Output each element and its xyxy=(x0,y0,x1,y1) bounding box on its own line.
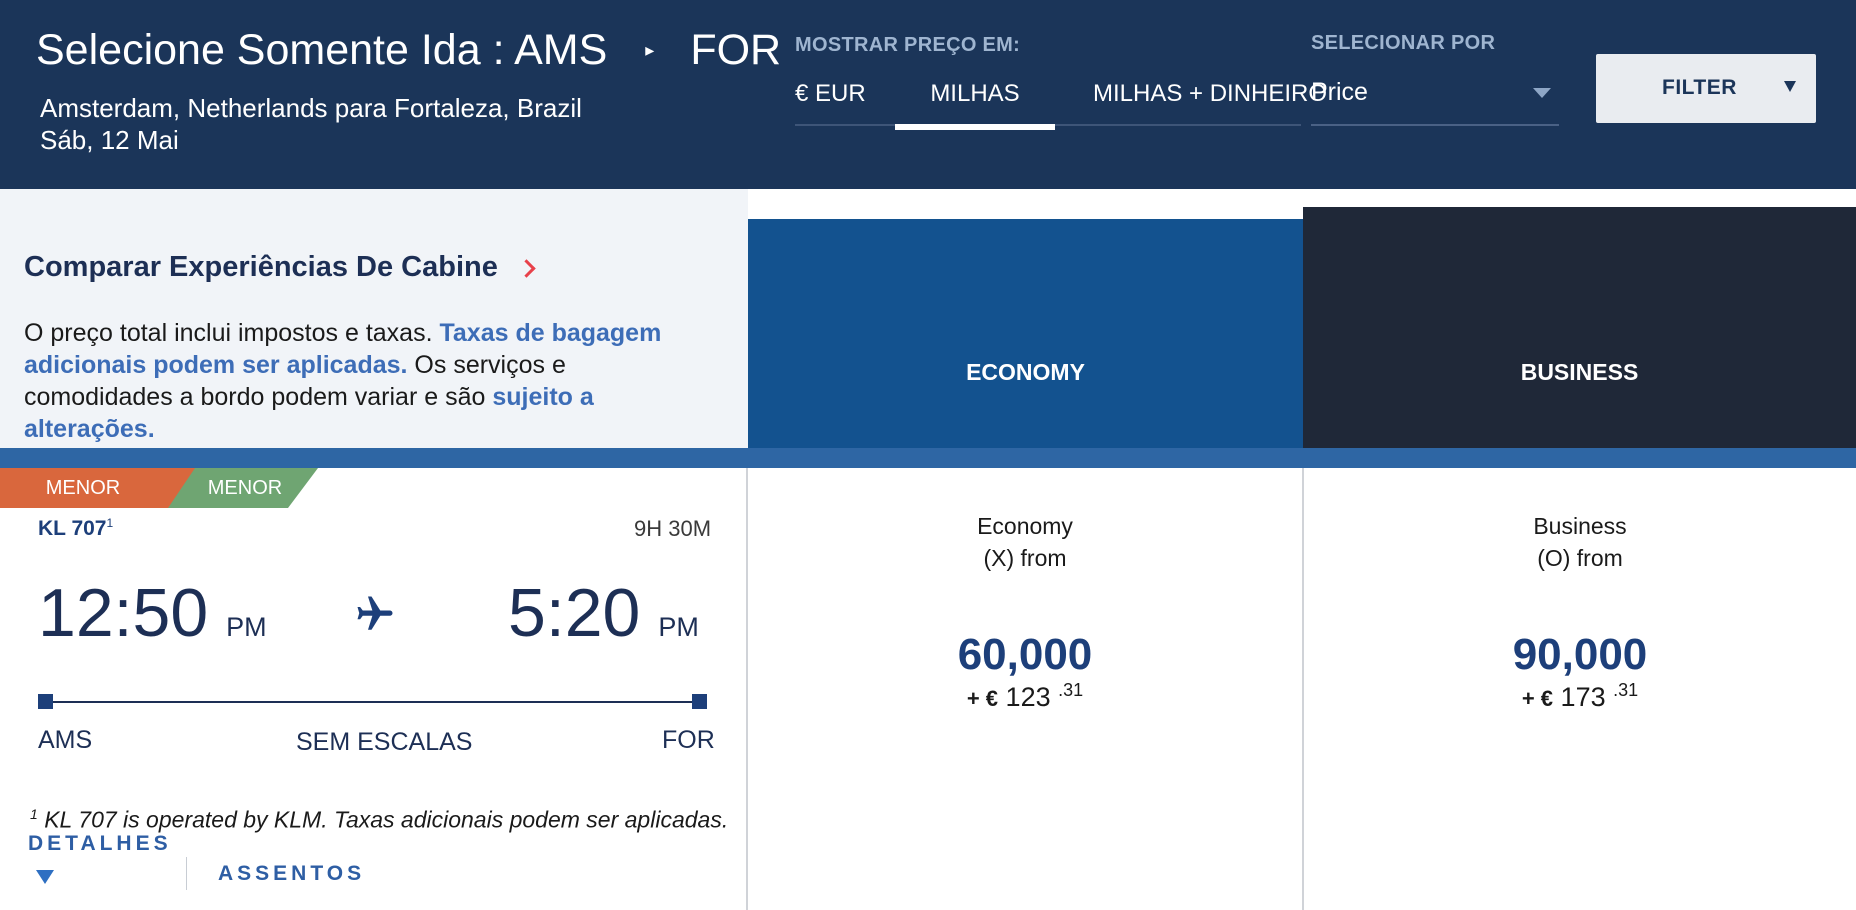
caret-down-icon xyxy=(1784,81,1796,92)
flight-number-link[interactable]: KL 7071 xyxy=(38,516,113,541)
arrival-ampm: PM xyxy=(658,612,699,642)
disclaimer-text-1: O preço total inclui impostos e taxas. xyxy=(24,319,440,347)
fare-miles: 90,000 xyxy=(1512,630,1648,679)
tab-milhas-dinheiro[interactable]: MILHAS + DINHEIRO xyxy=(1093,80,1327,108)
tab-milhas[interactable]: MILHAS xyxy=(895,80,1055,130)
flight-duration: 9H 30M xyxy=(634,516,712,541)
departure-time: 12:50 PM xyxy=(38,574,267,652)
price-tabs: € EUR MILHAS MILHAS + DINHEIRO xyxy=(795,74,1327,130)
sort-value: Price xyxy=(1311,78,1368,106)
filter-button[interactable]: FILTER xyxy=(1596,54,1816,123)
arrival-hm: 5:20 xyxy=(508,575,641,651)
seats-link[interactable]: ASSENTOS xyxy=(218,862,365,886)
title-destination: FOR xyxy=(690,26,782,74)
caret-down-icon[interactable] xyxy=(36,870,54,884)
fare-class-name: Business xyxy=(1533,513,1627,539)
title-prefix: Selecione Somente Ida : AMS xyxy=(36,26,608,74)
fare-class: Economy (X) from xyxy=(748,510,1302,574)
page-title: Selecione Somente Ida : AMS ▸ FOR xyxy=(36,26,781,75)
play-triangle-icon: ▸ xyxy=(645,40,655,60)
route-line xyxy=(44,701,700,703)
cash-cents: .31 xyxy=(1613,680,1639,700)
origin-code: AMS xyxy=(38,726,93,754)
header-bar: Selecione Somente Ida : AMS ▸ FOR Amster… xyxy=(0,0,1856,189)
origin-marker xyxy=(38,694,53,709)
details-link[interactable]: DETALHES xyxy=(28,832,172,856)
filter-label: FILTER xyxy=(1662,76,1737,99)
airplane-icon xyxy=(357,596,393,630)
destination-marker xyxy=(692,694,707,709)
footnote-text: KL 707 is operated by KLM. Taxas adicion… xyxy=(44,806,729,833)
cash-prefix: + € xyxy=(1521,686,1554,711)
arrival-time: 5:20 PM xyxy=(508,574,699,652)
trip-summary: Amsterdam, Netherlands para Fortaleza, B… xyxy=(40,92,582,156)
show-price-label: MOSTRAR PREÇO EM: xyxy=(795,34,1021,56)
fare-cash: + € 123 .31 xyxy=(748,680,1302,713)
badge-label: MENOR xyxy=(45,476,121,499)
chevron-right-icon xyxy=(517,259,536,278)
compare-cabins-label: Comparar Experiências De Cabine xyxy=(24,251,498,283)
fare-class: Business (O) from xyxy=(1304,510,1856,574)
fare-class-name: Economy xyxy=(977,513,1073,539)
cash-whole: 123 xyxy=(1005,682,1051,712)
price-disclaimer: O preço total inclui impostos e taxas. T… xyxy=(24,317,714,445)
travel-date: Sáb, 12 Mai xyxy=(40,125,179,155)
badge-lowest-orange: MENOR xyxy=(0,468,196,508)
cabin-business-label: BUSINESS xyxy=(1520,359,1639,385)
cabin-header-business[interactable]: BUSINESS xyxy=(1303,207,1856,448)
cash-whole: 173 xyxy=(1560,682,1606,712)
sort-label: SELECIONAR POR xyxy=(1311,32,1496,54)
cash-prefix: + € xyxy=(966,686,999,711)
sort-select[interactable]: Price xyxy=(1311,74,1559,126)
departure-hm: 12:50 xyxy=(38,575,209,651)
footnote-mark: 1 xyxy=(106,516,114,530)
info-panel: Comparar Experiências De Cabine O preço … xyxy=(0,189,748,448)
destination-code: FOR xyxy=(662,726,715,754)
badge-label: MENOR xyxy=(207,476,283,499)
cabin-header-economy[interactable]: ECONOMY xyxy=(748,219,1303,448)
operator-footnote: 1 KL 707 is operated by KLM. Taxas adici… xyxy=(30,806,728,834)
caret-down-icon xyxy=(1533,88,1551,98)
footnote-mark: 1 xyxy=(30,806,38,822)
cabin-economy-label: ECONOMY xyxy=(966,359,1085,385)
separator xyxy=(186,857,187,890)
route-description: Amsterdam, Netherlands para Fortaleza, B… xyxy=(40,93,582,123)
divider-band xyxy=(0,448,1856,468)
compare-cabins-link[interactable]: Comparar Experiências De Cabine xyxy=(24,251,536,284)
tab-eur[interactable]: € EUR xyxy=(795,80,866,108)
departure-ampm: PM xyxy=(226,612,267,642)
fare-miles: 60,000 xyxy=(957,630,1093,679)
fare-class-code: (O) from xyxy=(1537,545,1623,571)
cash-cents: .31 xyxy=(1058,680,1084,700)
stops-label: SEM ESCALAS xyxy=(296,728,473,756)
fare-cell-business[interactable]: Business (O) from 90,000 + € 173 .31 xyxy=(1304,468,1856,910)
fare-cell-economy[interactable]: Economy (X) from 60,000 + € 123 .31 xyxy=(748,468,1302,910)
fare-cash: + € 173 .31 xyxy=(1304,680,1856,713)
flight-number: KL 707 xyxy=(38,517,107,540)
fare-class-code: (X) from xyxy=(983,545,1067,571)
